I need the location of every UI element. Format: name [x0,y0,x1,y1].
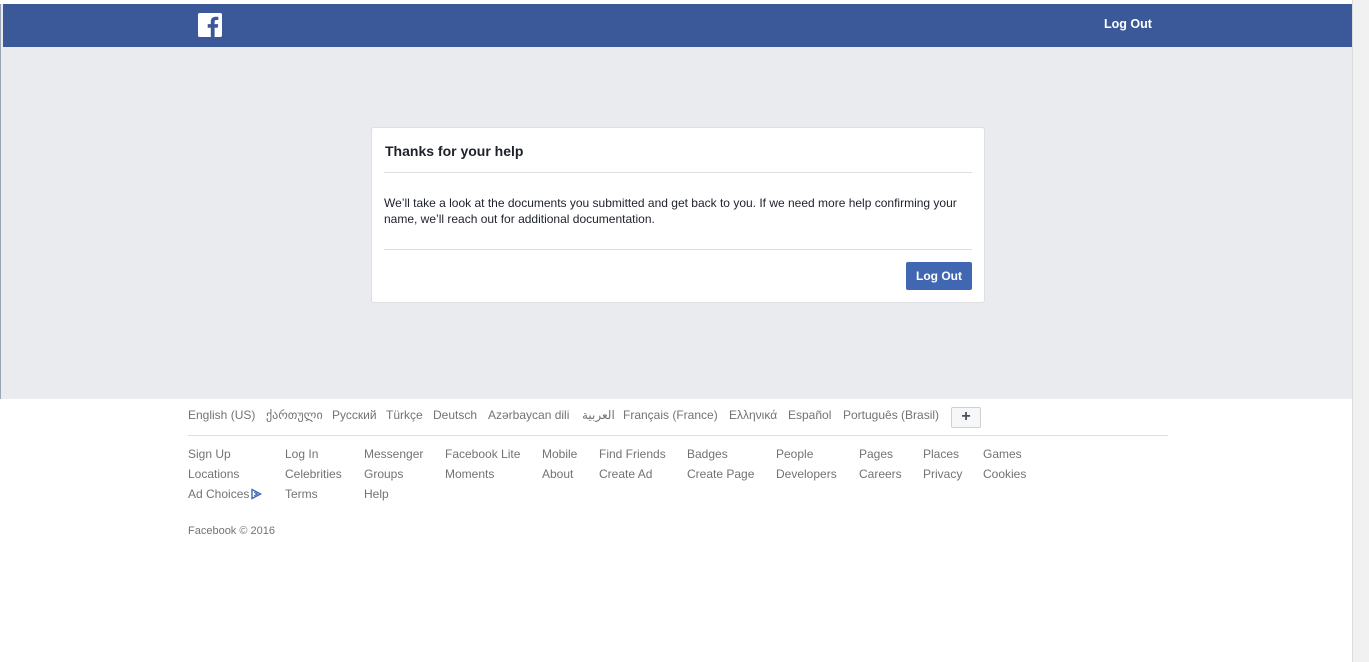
footer-link-privacy[interactable]: Privacy [923,467,962,481]
footer-link-create-ad[interactable]: Create Ad [599,467,652,481]
footer-link-careers[interactable]: Careers [859,467,902,481]
footer-link-celebrities[interactable]: Celebrities [285,467,342,481]
footer-link-about[interactable]: About [542,467,573,481]
footer-link-create-page[interactable]: Create Page [687,467,754,481]
language-link[interactable]: Azərbaycan dili [488,408,569,422]
header-bar: Log Out [3,4,1352,47]
footer-link-places[interactable]: Places [923,447,959,461]
footer-link-moments[interactable]: Moments [445,467,494,481]
facebook-f-icon[interactable] [198,13,222,37]
footer-link-groups[interactable]: Groups [364,467,403,481]
footer-link-help[interactable]: Help [364,487,389,501]
language-link[interactable]: Español [788,408,831,422]
card-divider-top [384,172,972,173]
language-selector: English (US) ქართული Русский Türkçe Deut… [188,407,1168,428]
language-link[interactable]: English (US) [188,408,255,422]
page: Log Out Thanks for your help We’ll take … [0,0,1352,662]
copyright-text: Facebook © 2016 [188,525,275,537]
footer-link-facebook-lite[interactable]: Facebook Lite [445,447,520,461]
card-title: Thanks for your help [385,143,524,159]
adchoices-icon [251,488,263,500]
footer-link-log-in[interactable]: Log In [285,447,318,461]
footer-link-pages[interactable]: Pages [859,447,893,461]
language-link[interactable]: Русский [332,408,377,422]
more-languages-button[interactable]: + [951,407,981,428]
language-link[interactable]: Português (Brasil) [843,408,939,422]
footer-link-cookies[interactable]: Cookies [983,467,1026,481]
footer-link-games[interactable]: Games [983,447,1022,461]
footer-link-find-friends[interactable]: Find Friends [599,447,666,461]
footer-link-messenger[interactable]: Messenger [364,447,423,461]
language-link[interactable]: Ελληνικά [729,408,777,422]
facebook-f-icon-graphic [198,13,222,37]
footer-divider [188,435,1168,436]
footer-link-people[interactable]: People [776,447,813,461]
header-logout-link[interactable]: Log Out [1104,17,1152,31]
card-message: We’ll take a look at the documents you s… [384,196,957,226]
footer-link-locations[interactable]: Locations [188,467,239,481]
footer-link-terms[interactable]: Terms [285,487,318,501]
language-link[interactable]: ქართული [266,408,323,422]
language-link[interactable]: العربية [582,408,615,422]
language-link[interactable]: Français (France) [623,408,718,422]
card-divider-bottom [384,249,972,250]
footer-link-developers[interactable]: Developers [776,467,837,481]
footer-link-sign-up[interactable]: Sign Up [188,447,231,461]
confirmation-card: Thanks for your help We’ll take a look a… [371,127,985,303]
logout-button[interactable]: Log Out [906,262,972,290]
footer-link-ad-choices[interactable]: Ad Choices [188,487,263,501]
footer-link-mobile[interactable]: Mobile [542,447,577,461]
footer-link-badges[interactable]: Badges [687,447,728,461]
ad-choices-label: Ad Choices [188,487,250,501]
language-link[interactable]: Deutsch [433,408,477,422]
language-link[interactable]: Türkçe [386,408,423,422]
page-scrollbar[interactable] [1352,0,1369,662]
